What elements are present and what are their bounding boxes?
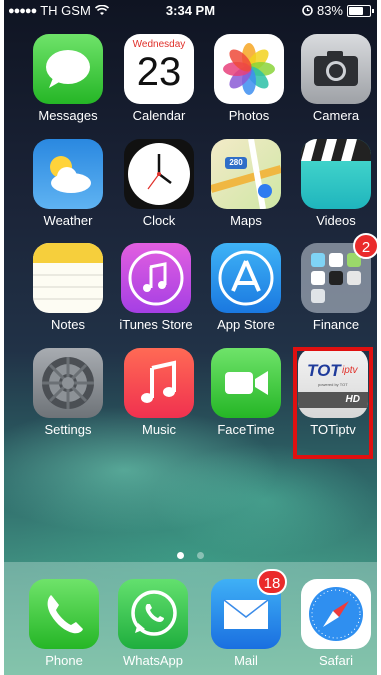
app-videos[interactable]: Videos	[291, 139, 377, 228]
status-bar: ●●●●● TH GSM 3:34 PM 83%	[4, 0, 377, 22]
camera-icon	[301, 34, 371, 104]
maps-highway-shield: 280	[229, 158, 243, 167]
calendar-weekday: Wednesday	[132, 39, 186, 50]
highlight-box	[293, 347, 373, 459]
photos-icon	[214, 34, 284, 104]
app-label: Music	[142, 422, 176, 437]
weather-icon	[33, 139, 103, 209]
app-store-icon	[211, 243, 281, 313]
dock: Phone WhatsApp 18 Mail Safari	[4, 562, 377, 675]
app-phone[interactable]: Phone	[19, 579, 109, 668]
finance-badge: 2	[353, 233, 377, 259]
app-label: Photos	[228, 108, 270, 123]
app-settings[interactable]: Settings	[23, 348, 113, 437]
app-label: WhatsApp	[123, 653, 183, 668]
app-safari[interactable]: Safari	[291, 579, 377, 668]
alarm-icon	[302, 5, 313, 16]
maps-icon: 280	[211, 139, 281, 209]
app-mail[interactable]: 18 Mail	[201, 569, 291, 668]
app-camera[interactable]: Camera	[291, 34, 377, 123]
calendar-icon: Wednesday 23	[124, 34, 194, 104]
app-label: Safari	[319, 653, 353, 668]
page-dot	[196, 552, 204, 559]
app-maps[interactable]: 280 Maps	[201, 139, 291, 228]
whatsapp-icon	[118, 579, 188, 649]
music-icon	[124, 348, 194, 418]
app-label: FaceTime	[217, 422, 275, 437]
app-facetime[interactable]: FaceTime	[201, 348, 291, 437]
messages-icon	[33, 34, 103, 104]
page-dot-current	[177, 552, 185, 559]
notes-icon	[33, 243, 103, 313]
battery-percent: 83%	[316, 3, 343, 18]
app-whatsapp[interactable]: WhatsApp	[108, 579, 198, 668]
app-calendar[interactable]: Wednesday 23 Calendar	[114, 34, 204, 123]
app-photos[interactable]: Photos	[204, 34, 294, 123]
settings-icon	[33, 348, 103, 418]
clock-icon	[124, 139, 194, 209]
app-app-store[interactable]: App Store	[201, 243, 291, 332]
itunes-store-icon	[121, 243, 191, 313]
app-label: Videos	[316, 213, 356, 228]
app-label: Calendar	[132, 108, 186, 123]
videos-icon	[301, 139, 371, 209]
safari-icon	[301, 579, 371, 649]
app-label: Weather	[43, 213, 93, 228]
app-label: Camera	[312, 108, 360, 123]
app-notes[interactable]: Notes	[23, 243, 113, 332]
app-weather[interactable]: Weather	[23, 139, 113, 228]
home-screen: ●●●●● TH GSM 3:34 PM 83% Messages Wednes…	[4, 0, 377, 675]
app-label: iTunes Store	[119, 317, 193, 332]
app-label: Mail	[234, 653, 258, 668]
folder-finance[interactable]: 2 Finance	[291, 233, 377, 332]
app-label: App Store	[217, 317, 275, 332]
facetime-icon	[211, 348, 281, 418]
app-label: Clock	[142, 213, 176, 228]
app-label: Settings	[44, 422, 92, 437]
app-label: Finance	[312, 317, 360, 332]
app-itunes-store[interactable]: iTunes Store	[111, 243, 201, 332]
app-messages[interactable]: Messages	[23, 34, 113, 123]
battery-icon	[347, 4, 374, 17]
app-clock[interactable]: Clock	[114, 139, 204, 228]
app-music[interactable]: Music	[114, 348, 204, 437]
app-label: Maps	[230, 213, 262, 228]
app-label: Notes	[51, 317, 85, 332]
app-label: Messages	[38, 108, 98, 123]
mail-badge: 18	[257, 569, 287, 595]
app-label: Phone	[45, 653, 83, 668]
calendar-day: 23	[136, 50, 182, 94]
phone-icon	[29, 579, 99, 649]
